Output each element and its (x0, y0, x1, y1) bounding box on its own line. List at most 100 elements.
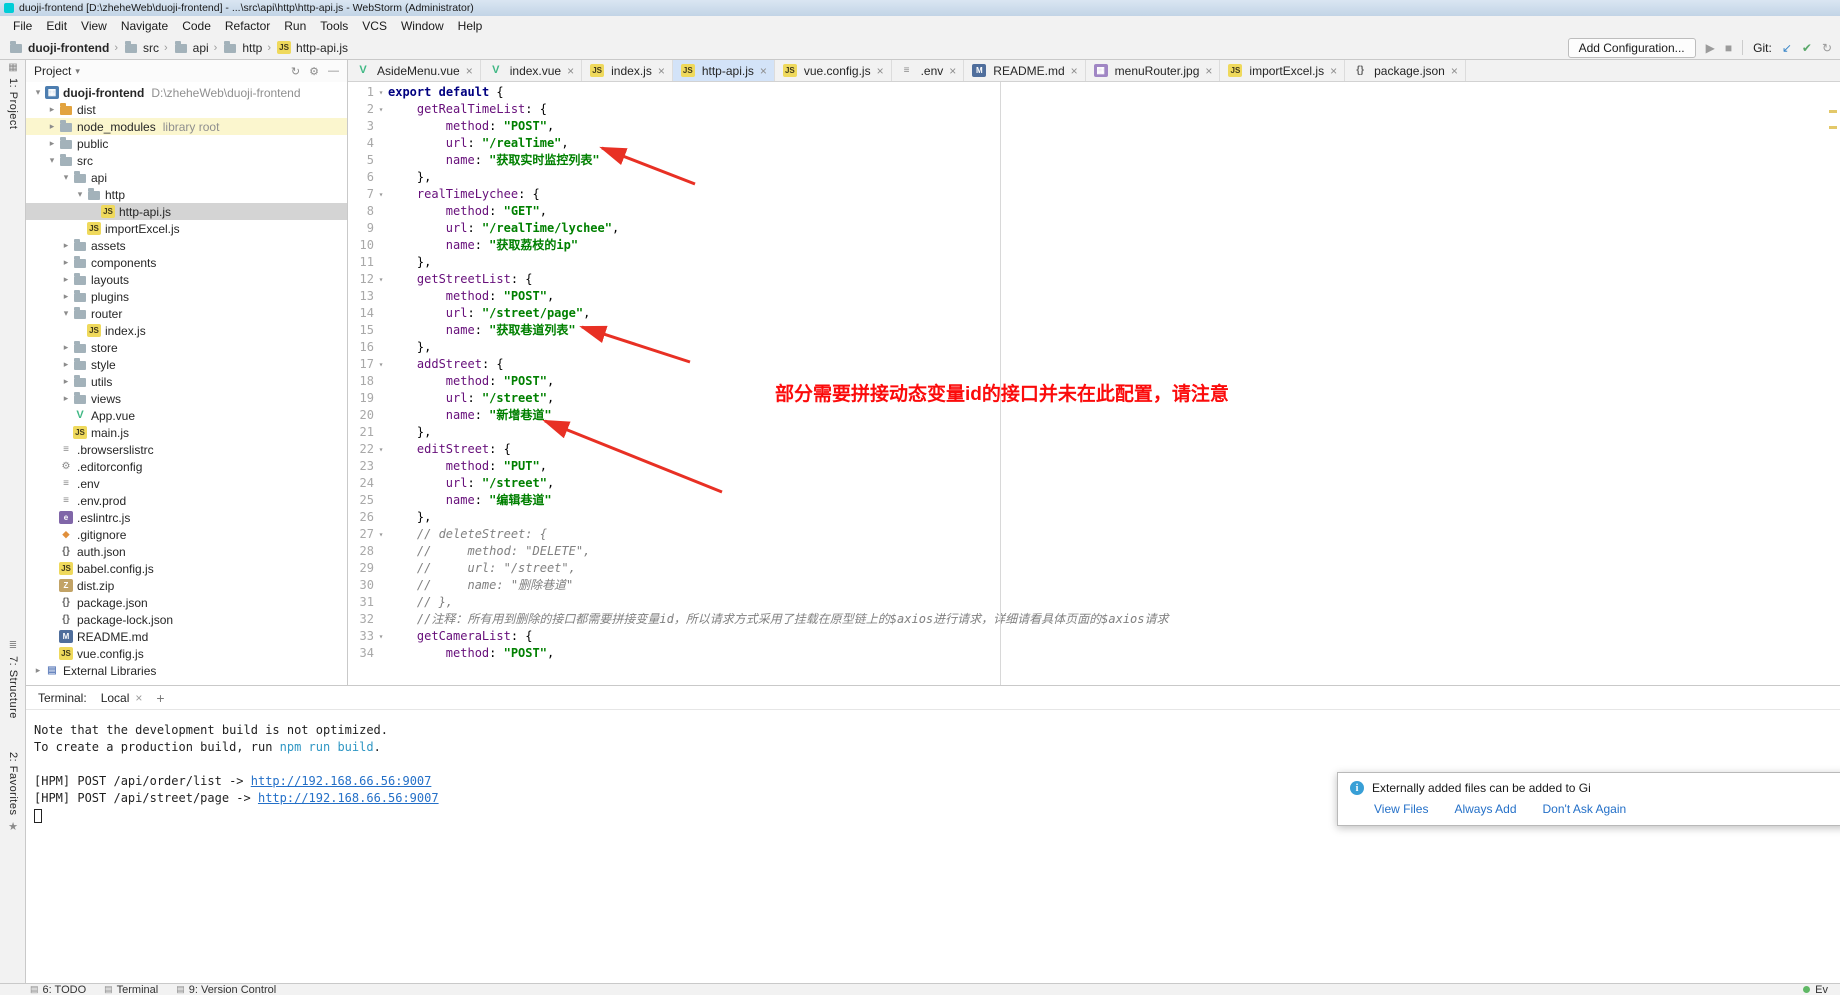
tree-item-.eslintrc.js[interactable]: e.eslintrc.js (26, 509, 347, 526)
tree-item-views[interactable]: ▸views (26, 390, 347, 407)
gear-icon[interactable]: ⚙ (309, 65, 319, 78)
tree-item-External Libraries[interactable]: ▸▤External Libraries (26, 662, 347, 679)
status-6-todo[interactable]: ▤6: TODO (30, 984, 86, 995)
breadcrumb-item-http[interactable]: http (220, 40, 264, 56)
menu-window[interactable]: Window (394, 17, 451, 35)
chevron-icon[interactable]: ▾ (60, 172, 72, 183)
menu-vcs[interactable]: VCS (355, 17, 394, 35)
hide-panel-icon[interactable]: — (328, 65, 339, 78)
status-right[interactable]: Ev (1803, 984, 1828, 995)
terminal-link[interactable]: http://192.168.66.56:9007 (258, 791, 439, 805)
fold-icon[interactable]: ▾ (374, 271, 388, 288)
tree-item-api[interactable]: ▾api (26, 169, 347, 186)
tree-item-auth.json[interactable]: {}auth.json (26, 543, 347, 560)
tree-item-public[interactable]: ▸public (26, 135, 347, 152)
history-icon[interactable]: ↻ (1822, 42, 1832, 54)
tool-button-structure[interactable]: ≣ 7: Structure (0, 640, 26, 719)
editor-tab-index.js[interactable]: JSindex.js× (582, 60, 673, 81)
editor-tab-.env[interactable]: ≡.env× (892, 60, 965, 81)
tree-item-README.md[interactable]: MREADME.md (26, 628, 347, 645)
menu-view[interactable]: View (74, 17, 114, 35)
menu-edit[interactable]: Edit (39, 17, 74, 35)
fold-icon[interactable]: ▾ (374, 101, 388, 118)
fold-icon[interactable]: ▾ (374, 84, 388, 101)
menu-help[interactable]: Help (451, 17, 490, 35)
chevron-icon[interactable]: ▾ (74, 189, 86, 200)
code-editor[interactable]: 1▾export default {2▾ getRealTimeList: {3… (348, 82, 1840, 685)
tree-item-src[interactable]: ▾src (26, 152, 347, 169)
chevron-icon[interactable]: ▾ (46, 155, 58, 166)
stop-icon[interactable]: ■ (1725, 42, 1732, 54)
menu-refactor[interactable]: Refactor (218, 17, 277, 35)
chevron-icon[interactable]: ▸ (60, 274, 72, 285)
chevron-down-icon[interactable]: ▾ (75, 66, 80, 77)
tree-item-.gitignore[interactable]: ◆.gitignore (26, 526, 347, 543)
terminal-tab-local[interactable]: Local × (101, 691, 143, 705)
chevron-icon[interactable]: ▸ (46, 104, 58, 115)
notification-action-view-files[interactable]: View Files (1374, 802, 1428, 816)
chevron-icon[interactable]: ▾ (60, 308, 72, 319)
close-icon[interactable]: × (877, 64, 884, 78)
close-icon[interactable]: × (1330, 64, 1337, 78)
tree-item-node_modules[interactable]: ▸node_moduleslibrary root (26, 118, 347, 135)
tool-button-project[interactable]: ▦ 1: Project (0, 62, 26, 129)
tree-item-style[interactable]: ▸style (26, 356, 347, 373)
tree-item-.browserslistrc[interactable]: ≡.browserslistrc (26, 441, 347, 458)
editor-tab-http-api.js[interactable]: JShttp-api.js× (673, 60, 775, 81)
close-icon[interactable]: × (658, 64, 665, 78)
editor-tab-package.json[interactable]: {}package.json× (1345, 60, 1466, 81)
close-icon[interactable]: × (1205, 64, 1212, 78)
close-icon[interactable]: × (1451, 64, 1458, 78)
fold-icon[interactable]: ▾ (374, 356, 388, 373)
fold-icon[interactable]: ▾ (374, 628, 388, 645)
menu-tools[interactable]: Tools (313, 17, 355, 35)
chevron-icon[interactable]: ▸ (60, 393, 72, 404)
tree-item-utils[interactable]: ▸utils (26, 373, 347, 390)
add-configuration-button[interactable]: Add Configuration... (1568, 38, 1696, 58)
breadcrumb-item-src[interactable]: src (121, 40, 161, 56)
tool-button-favorites[interactable]: 2: Favorites ★ (0, 752, 26, 833)
editor-tab-index.vue[interactable]: Vindex.vue× (481, 60, 582, 81)
tree-item-.env[interactable]: ≡.env (26, 475, 347, 492)
close-icon[interactable]: × (949, 64, 956, 78)
tree-item-assets[interactable]: ▸assets (26, 237, 347, 254)
chevron-icon[interactable]: ▸ (60, 359, 72, 370)
terminal-link[interactable]: http://192.168.66.56:9007 (251, 774, 432, 788)
close-icon[interactable]: × (760, 64, 767, 78)
tree-item-importExcel.js[interactable]: JSimportExcel.js (26, 220, 347, 237)
editor-tab-AsideMenu.vue[interactable]: VAsideMenu.vue× (348, 60, 481, 81)
tree-item-http-api.js[interactable]: JShttp-api.js (26, 203, 347, 220)
breadcrumb-item-duoji-frontend[interactable]: duoji-frontend (6, 40, 111, 56)
tree-item-router[interactable]: ▾router (26, 305, 347, 322)
menu-run[interactable]: Run (277, 17, 313, 35)
close-icon[interactable]: × (135, 691, 142, 705)
tree-item-.env.prod[interactable]: ≡.env.prod (26, 492, 347, 509)
chevron-icon[interactable]: ▸ (60, 257, 72, 268)
git-commit-icon[interactable]: ✔ (1802, 42, 1812, 54)
project-panel-title[interactable]: Project (34, 64, 71, 78)
tree-item-components[interactable]: ▸components (26, 254, 347, 271)
menu-navigate[interactable]: Navigate (114, 17, 175, 35)
tree-item-http[interactable]: ▾http (26, 186, 347, 203)
chevron-icon[interactable]: ▸ (60, 291, 72, 302)
editor-tab-menuRouter.jpg[interactable]: ▦menuRouter.jpg× (1086, 60, 1221, 81)
breadcrumb-item-http-api.js[interactable]: JShttp-api.js (274, 40, 350, 56)
tree-item-main.js[interactable]: JSmain.js (26, 424, 347, 441)
new-terminal-icon[interactable]: + (156, 690, 164, 706)
status-9-version-control[interactable]: ▤9: Version Control (176, 984, 276, 995)
chevron-icon[interactable]: ▸ (46, 121, 58, 132)
tree-item-dist[interactable]: ▸dist (26, 101, 347, 118)
tree-item-package.json[interactable]: {}package.json (26, 594, 347, 611)
chevron-icon[interactable]: ▸ (32, 665, 44, 676)
run-icon[interactable]: ▶ (1706, 42, 1715, 54)
notification-action-don-t-ask-again[interactable]: Don't Ask Again (1543, 802, 1627, 816)
editor-tab-vue.config.js[interactable]: JSvue.config.js× (775, 60, 892, 81)
editor-tab-README.md[interactable]: MREADME.md× (964, 60, 1085, 81)
chevron-icon[interactable]: ▸ (60, 240, 72, 251)
collapse-all-icon[interactable]: ↻ (291, 65, 300, 78)
close-icon[interactable]: × (466, 64, 473, 78)
chevron-icon[interactable]: ▸ (60, 376, 72, 387)
tree-item-store[interactable]: ▸store (26, 339, 347, 356)
chevron-icon[interactable]: ▾ (32, 87, 44, 98)
tree-item-App.vue[interactable]: VApp.vue (26, 407, 347, 424)
